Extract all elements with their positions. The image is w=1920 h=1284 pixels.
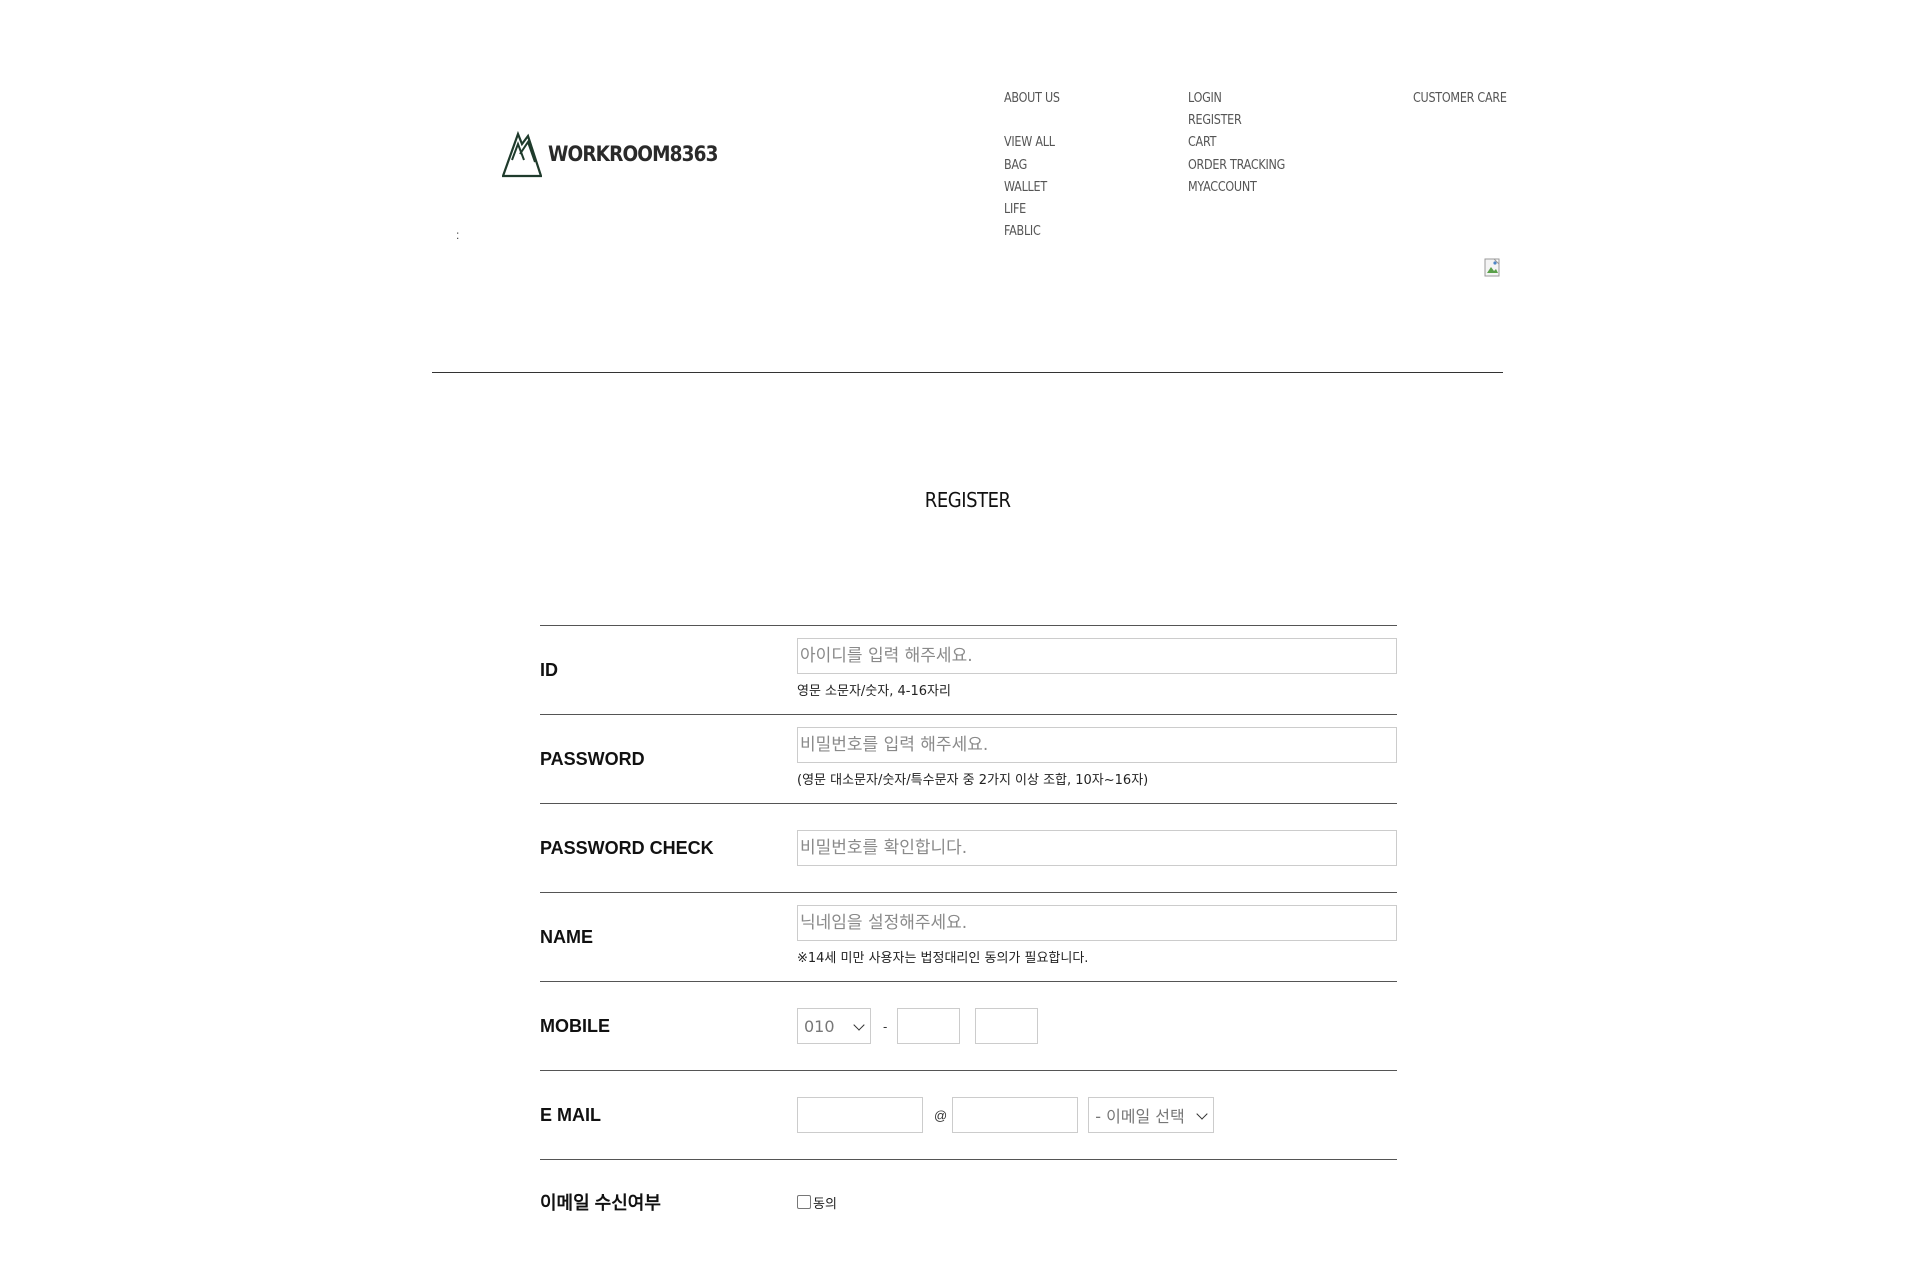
id-field-group: 영문 소문자/숫자, 4-16자리 [797,638,1397,699]
nav-column-shop: ABOUT US VIEW ALL BAG WALLET LIFE FABLIC [1004,88,1069,243]
nav-myaccount[interactable]: MYACCOUNT [1188,177,1285,199]
nav-view-all[interactable]: VIEW ALL [1004,132,1060,154]
mobile-separator: - [883,1018,888,1034]
nav-register[interactable]: REGISTER [1188,110,1285,132]
chevron-down-icon [853,1019,865,1031]
password-label: PASSWORD [540,748,645,769]
broken-image-icon[interactable] [1483,258,1503,278]
password-check-field-group [797,804,1397,892]
email-label: E MAIL [540,1104,601,1125]
mobile-middle-input[interactable] [897,1008,961,1044]
id-hint: 영문 소문자/숫자, 4-16자리 [797,684,951,699]
header-colon-text: : [456,228,460,242]
name-hint: ※14세 미만 사용자는 법정대리인 동의가 필요합니다. [797,951,1089,966]
nav-wallet[interactable]: WALLET [1004,177,1060,199]
form-row-mobile: MOBILE 010 - [540,981,1397,1070]
register-form: ID 영문 소문자/숫자, 4-16자리 PASSWORD (영문 대소문자/숫… [540,625,1397,1244]
name-label: NAME [540,926,593,947]
email-consent-checkbox-label[interactable]: 동의 [813,1193,837,1212]
page-title-text: REGISTER [925,488,1011,512]
password-check-input[interactable] [797,830,1397,866]
id-input[interactable] [797,638,1397,674]
form-row-password: PASSWORD (영문 대소문자/숫자/특수문자 중 2가지 이상 조합, 1… [540,714,1397,803]
page-title: REGISTER [0,488,1920,512]
nav-bag[interactable]: BAG [1004,155,1060,177]
mountain-logo-icon [502,130,542,178]
email-field-group: @ - 이메일 선택 [797,1071,1397,1159]
nav-order-tracking[interactable]: ORDER TRACKING [1188,155,1285,177]
password-check-label: PASSWORD CHECK [540,837,714,858]
nav-life[interactable]: LIFE [1004,199,1060,221]
password-hint: (영문 대소문자/숫자/특수문자 중 2가지 이상 조합, 10자~16자) [797,773,1149,788]
site-logo[interactable]: WORKROOM8363 [502,130,741,178]
mobile-last-input[interactable] [975,1008,1039,1044]
form-row-email-consent: 이메일 수신여부 동의 [540,1159,1397,1244]
email-at-sign: @ [934,1107,948,1123]
nav-column-care: CUSTOMER CARE [1413,88,1522,110]
nav-customer-care[interactable]: CUSTOMER CARE [1413,88,1507,110]
site-header: WORKROOM8363 : ABOUT US VIEW ALL BAG WAL… [0,0,1920,380]
logo-text: WORKROOM8363 [548,142,718,166]
mobile-prefix-value: 010 [804,1016,835,1036]
id-label: ID [540,659,558,680]
form-row-name: NAME ※14세 미만 사용자는 법정대리인 동의가 필요합니다. [540,892,1397,981]
nav-fablic[interactable]: FABLIC [1004,221,1060,243]
mobile-label: MOBILE [540,1015,610,1036]
email-consent-checkbox[interactable] [797,1195,811,1209]
nav-about-us[interactable]: ABOUT US [1004,88,1060,110]
password-field-group: (영문 대소문자/숫자/특수문자 중 2가지 이상 조합, 10자~16자) [797,727,1397,788]
mobile-field-group: 010 - [797,982,1397,1070]
form-row-password-check: PASSWORD CHECK [540,803,1397,892]
form-row-id: ID 영문 소문자/숫자, 4-16자리 [540,625,1397,714]
email-consent-field-group: 동의 [797,1160,1397,1244]
header-divider [432,372,1503,373]
name-field-group: ※14세 미만 사용자는 법정대리인 동의가 필요합니다. [797,905,1397,966]
name-input[interactable] [797,905,1397,941]
nav-login[interactable]: LOGIN [1188,88,1285,110]
chevron-down-icon [1196,1108,1208,1120]
email-domain-select-value: - 이메일 선택 [1095,1107,1185,1126]
email-domain-input[interactable] [952,1097,1079,1133]
email-consent-label: 이메일 수신여부 [540,1193,661,1213]
mobile-prefix-select[interactable]: 010 [797,1008,871,1044]
password-input[interactable] [797,727,1397,763]
email-domain-select[interactable]: - 이메일 선택 [1088,1097,1215,1133]
email-local-input[interactable] [797,1097,923,1133]
form-row-email: E MAIL @ - 이메일 선택 [540,1070,1397,1159]
nav-cart[interactable]: CART [1188,132,1285,154]
nav-column-account: LOGIN REGISTER CART ORDER TRACKING MYACC… [1188,88,1301,199]
